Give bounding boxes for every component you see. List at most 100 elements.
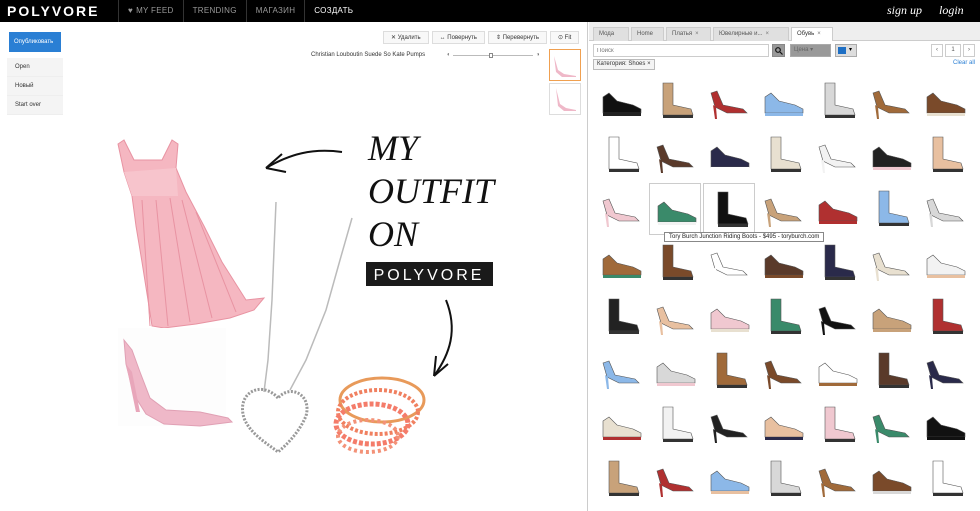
shoe-item[interactable] <box>811 75 863 127</box>
shoe-item[interactable] <box>703 75 755 127</box>
collage-canvas[interactable]: MY OUTFIT ON POLYVORE <box>0 0 588 511</box>
shoe-item[interactable] <box>865 237 917 289</box>
shoe-item[interactable] <box>703 237 755 289</box>
page-number[interactable]: 1 <box>945 44 961 57</box>
coral-bracelets-item[interactable] <box>333 376 426 454</box>
shoe-item[interactable] <box>865 399 917 451</box>
shoe-item[interactable] <box>865 129 917 181</box>
flip-button[interactable]: ⇕ Перевернуть <box>487 31 547 44</box>
shoe-item[interactable] <box>757 129 809 181</box>
shoe-item[interactable] <box>919 345 971 397</box>
filter-chip[interactable]: Категория: Shoes × <box>593 59 655 70</box>
shoe-item[interactable] <box>595 75 647 127</box>
signup-link[interactable]: sign up <box>887 3 922 18</box>
shoe-item[interactable] <box>757 453 809 505</box>
shoe-item[interactable] <box>649 291 701 343</box>
transparency-slider[interactable]: ◐ ◑ <box>447 52 543 58</box>
shoe-item[interactable] <box>811 183 863 235</box>
fit-icon: ⊙ <box>557 35 565 41</box>
shoe-item[interactable] <box>595 237 647 289</box>
shoe-item[interactable] <box>811 129 863 181</box>
layer-thumb-pump[interactable] <box>549 49 581 81</box>
shoe-thumbnail <box>602 198 640 227</box>
shoe-item[interactable] <box>703 399 755 451</box>
shoe-item[interactable] <box>649 183 701 235</box>
prev-page-button[interactable]: ‹ <box>931 44 943 57</box>
tab-home[interactable]: Home <box>631 27 664 41</box>
shoe-item[interactable] <box>595 183 647 235</box>
shoe-item[interactable] <box>865 291 917 343</box>
shoe-item[interactable] <box>703 453 755 505</box>
tab-fashion[interactable]: Мода <box>593 27 629 41</box>
collage-text-my[interactable]: MY <box>367 128 422 168</box>
clear-all-link[interactable]: Clear all <box>953 60 975 66</box>
pink-dress-item[interactable] <box>117 139 266 329</box>
shoe-item[interactable] <box>649 345 701 397</box>
close-icon[interactable]: × <box>817 31 821 37</box>
shoe-item[interactable] <box>919 453 971 505</box>
shoe-item[interactable] <box>865 453 917 505</box>
shoe-item[interactable] <box>649 129 701 181</box>
heart-necklace-item[interactable] <box>241 201 353 454</box>
tab-dresses[interactable]: Платья × <box>666 27 711 41</box>
shoe-item[interactable] <box>865 345 917 397</box>
shoe-item[interactable] <box>757 291 809 343</box>
tab-shoes[interactable]: Обувь × <box>791 27 833 41</box>
shoe-item[interactable] <box>811 399 863 451</box>
shoe-item[interactable] <box>757 75 809 127</box>
slider-track[interactable] <box>453 55 533 56</box>
color-select[interactable]: ▾ <box>835 44 857 57</box>
shoe-item[interactable] <box>919 399 971 451</box>
shoe-item[interactable] <box>595 399 647 451</box>
shoe-thumbnail <box>602 254 642 278</box>
next-page-button[interactable]: › <box>963 44 975 57</box>
shoe-item[interactable] <box>919 129 971 181</box>
collage-text-outfit[interactable]: OUTFIT <box>368 171 497 211</box>
shoe-item[interactable] <box>811 291 863 343</box>
shoe-thumbnail <box>824 82 856 118</box>
shoe-item[interactable] <box>649 453 701 505</box>
shoe-item[interactable] <box>919 75 971 127</box>
close-icon[interactable]: × <box>695 31 699 37</box>
shoe-item[interactable] <box>649 237 701 289</box>
shoe-item[interactable] <box>919 291 971 343</box>
shoe-item[interactable] <box>865 75 917 127</box>
shoe-item[interactable] <box>811 237 863 289</box>
login-link[interactable]: login <box>939 3 964 18</box>
shoe-item[interactable] <box>757 399 809 451</box>
shoe-item[interactable] <box>703 183 755 235</box>
fit-button[interactable]: ⊙ Fit <box>549 31 580 44</box>
delete-button[interactable]: ✕ Удалить <box>383 31 429 44</box>
shoe-item[interactable] <box>703 345 755 397</box>
shoe-item[interactable] <box>811 345 863 397</box>
shoe-item[interactable] <box>649 75 701 127</box>
search-button[interactable] <box>772 44 785 57</box>
shoe-item[interactable] <box>595 453 647 505</box>
shoe-item[interactable] <box>757 183 809 235</box>
shoe-item[interactable] <box>703 129 755 181</box>
shoe-item[interactable] <box>757 345 809 397</box>
shoe-item[interactable] <box>703 291 755 343</box>
shoe-item[interactable] <box>811 453 863 505</box>
slider-knob[interactable] <box>489 53 493 58</box>
shoe-item[interactable] <box>919 183 971 235</box>
shoe-item[interactable] <box>595 345 647 397</box>
shoe-item[interactable] <box>595 291 647 343</box>
shoe-item[interactable] <box>919 237 971 289</box>
tab-jewelry[interactable]: Ювелирные и... × <box>713 27 789 41</box>
shoe-item[interactable] <box>595 129 647 181</box>
close-icon[interactable]: × <box>766 31 770 37</box>
shoe-thumbnail <box>872 308 912 332</box>
close-icon[interactable]: × <box>647 61 651 67</box>
price-select[interactable]: Цена ▾ <box>790 44 831 57</box>
rotate-button[interactable]: ↔ Повернуть <box>431 31 485 44</box>
search-input[interactable] <box>593 44 769 57</box>
shoe-item[interactable] <box>649 399 701 451</box>
shoe-item[interactable] <box>757 237 809 289</box>
collage-text-on[interactable]: ON <box>368 214 420 254</box>
arrow-to-dress-icon <box>265 149 343 173</box>
pink-pump-item[interactable] <box>118 328 234 427</box>
selected-item-name: Christian Louboutin Suede So Kate Pumps <box>311 52 426 58</box>
layer-thumb-pump-2[interactable] <box>549 83 581 115</box>
shoe-item[interactable] <box>865 183 917 235</box>
